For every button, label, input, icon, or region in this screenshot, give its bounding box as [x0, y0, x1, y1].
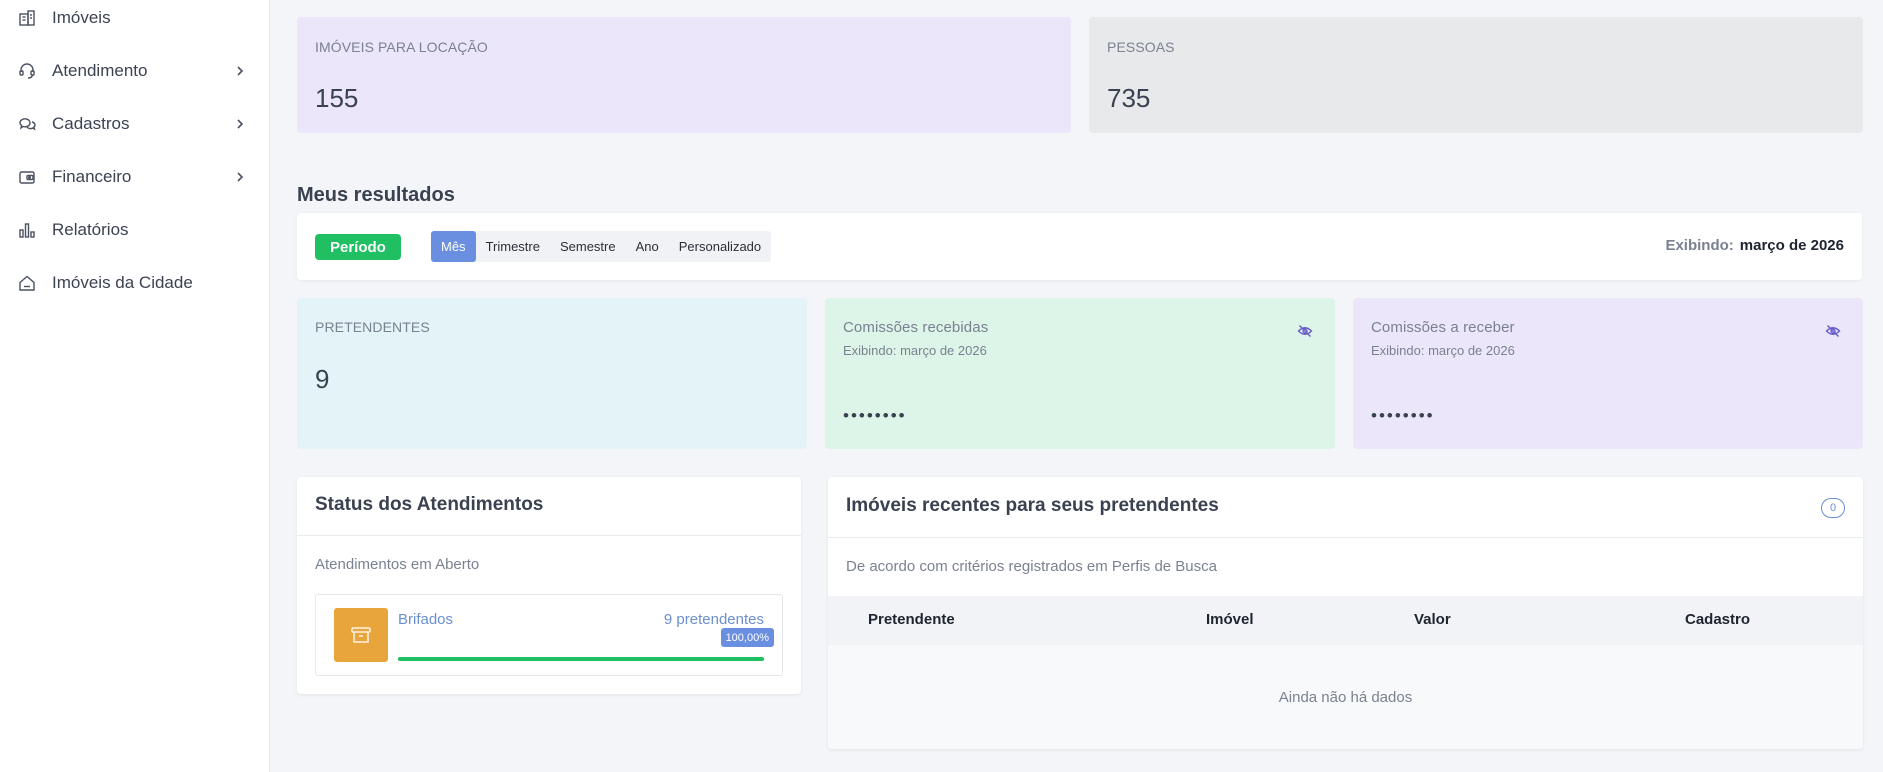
stat-value: 9 — [315, 364, 330, 394]
received-commissions-card[interactable]: Comissões recebidas Exibindo: março de 2… — [825, 298, 1335, 449]
sidebar-item-label: Imóveis da Cidade — [52, 273, 193, 292]
period-option-mes[interactable]: Mês — [431, 231, 476, 262]
stat-sublabel: Exibindo: março de 2026 — [843, 343, 987, 358]
stage-row[interactable]: Brifados 9 pretendentes 100,00% — [315, 594, 783, 676]
candidates-card[interactable]: PRETENDENTES 9 — [297, 298, 807, 449]
sidebar-item-imoveis-da-cidade[interactable]: Imóveis da Cidade — [0, 261, 270, 305]
stage-name[interactable]: Brifados — [398, 611, 453, 628]
status-panel: Status dos Atendimentos Atendimentos em … — [297, 477, 801, 694]
sidebar-item-label: Imóveis — [52, 8, 111, 27]
period-segmented-control: Mês Trimestre Semestre Ano Personalizado — [431, 231, 772, 262]
period-option-trimestre[interactable]: Trimestre — [476, 231, 550, 262]
chevron-right-icon — [233, 64, 247, 78]
period-option-semestre[interactable]: Semestre — [550, 231, 626, 262]
count-badge: 0 — [1821, 498, 1845, 518]
column-header[interactable]: Imóvel — [1206, 611, 1254, 628]
masked-value: •••••••• — [843, 406, 907, 425]
recent-properties-panel: Imóveis recentes para seus pretendentes … — [828, 477, 1863, 749]
divider — [297, 535, 801, 536]
chat-bubbles-icon — [18, 115, 36, 133]
progress-bar — [398, 657, 764, 661]
sidebar-item-imoveis[interactable]: Imóveis — [0, 0, 270, 40]
progress-fill — [398, 657, 764, 661]
masked-value: •••••••• — [1371, 406, 1435, 425]
stat-value: 735 — [1107, 83, 1151, 113]
people-card[interactable]: PESSOAS 735 — [1089, 17, 1863, 133]
period-option-personalizado[interactable]: Personalizado — [669, 231, 771, 262]
headset-icon — [18, 62, 36, 80]
commissions-to-receive-card[interactable]: Comissões a receber Exibindo: março de 2… — [1353, 298, 1863, 449]
sidebar-item-label: Cadastros — [52, 114, 130, 133]
archive-icon — [334, 608, 388, 662]
sidebar-item-relatorios[interactable]: Relatórios — [0, 208, 270, 252]
rental-properties-card[interactable]: IMÓVEIS PARA LOCAÇÃO 155 — [297, 17, 1071, 133]
sidebar: Imóveis Atendimento Cadastros Financeiro… — [0, 0, 270, 772]
stat-value: 155 — [315, 83, 359, 113]
sidebar-item-financeiro[interactable]: Financeiro — [0, 155, 270, 199]
sidebar-item-label: Relatórios — [52, 220, 129, 239]
wallet-icon — [18, 168, 36, 186]
sidebar-item-label: Atendimento — [52, 61, 148, 80]
column-header[interactable]: Pretendente — [868, 611, 955, 628]
panel-subtitle: De acordo com critérios registrados em P… — [846, 558, 1217, 575]
stat-sublabel: Exibindo: março de 2026 — [1371, 343, 1515, 358]
panel-title: Imóveis recentes para seus pretendentes — [846, 495, 1219, 516]
stage-count[interactable]: 9 pretendentes — [664, 611, 764, 628]
sidebar-item-label: Financeiro — [52, 167, 132, 186]
sidebar-item-cadastros[interactable]: Cadastros — [0, 102, 270, 146]
table-body: Ainda não há dados — [828, 645, 1863, 749]
panel-title: Status dos Atendimentos — [315, 494, 544, 515]
column-header[interactable]: Valor — [1414, 611, 1451, 628]
bar-chart-icon — [18, 221, 36, 239]
stat-label: Comissões a receber — [1371, 319, 1515, 336]
showing-label: Exibindo: — [1665, 237, 1734, 254]
period-option-ano[interactable]: Ano — [626, 231, 669, 262]
period-badge: Período — [315, 234, 401, 260]
divider — [828, 537, 1863, 538]
empty-state-text: Ainda não há dados — [1278, 689, 1413, 706]
period-filter-bar: Período Mês Trimestre Semestre Ano Perso… — [297, 213, 1862, 280]
stat-label: IMÓVEIS PARA LOCAÇÃO — [315, 39, 488, 55]
column-header[interactable]: Cadastro — [1685, 611, 1750, 628]
showing-period: Exibindo: março de 2026 — [1665, 237, 1844, 254]
building-icon — [18, 9, 36, 27]
stat-label: PRETENDENTES — [315, 319, 430, 335]
sidebar-item-atendimento[interactable]: Atendimento — [0, 49, 270, 93]
percent-badge: 100,00% — [720, 628, 774, 647]
showing-value: março de 2026 — [1739, 237, 1844, 254]
home-icon — [18, 274, 36, 292]
table-header: Pretendente Imóvel Valor Cadastro — [828, 596, 1863, 645]
chevron-right-icon — [233, 170, 247, 184]
eye-off-icon[interactable] — [1297, 323, 1313, 339]
panel-subtitle: Atendimentos em Aberto — [315, 556, 480, 573]
stat-label: Comissões recebidas — [843, 319, 989, 336]
stat-label: PESSOAS — [1107, 39, 1175, 55]
chevron-right-icon — [233, 117, 247, 131]
eye-off-icon[interactable] — [1825, 323, 1841, 339]
section-title: Meus resultados — [297, 184, 455, 206]
